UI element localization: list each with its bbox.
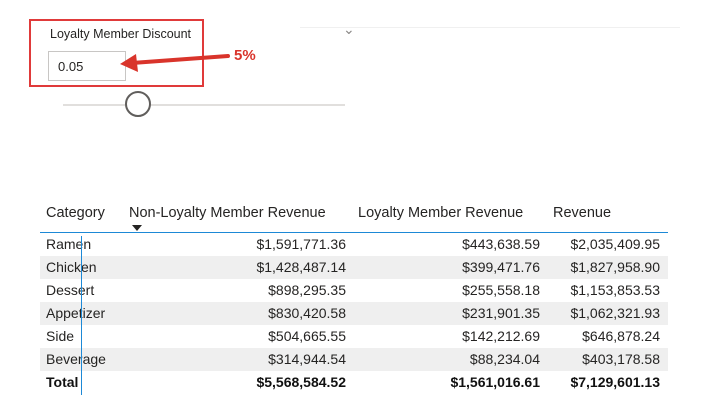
- cell-category: Beverage: [46, 351, 106, 367]
- cell-category: Side: [46, 328, 75, 344]
- cell-non-loyalty-revenue: $830,420.58: [268, 305, 346, 321]
- cell-non-loyalty-revenue: $314,944.54: [268, 351, 346, 367]
- cell-loyalty-revenue: $88,234.04: [469, 351, 540, 367]
- table-row[interactable]: Chicken $1,428,487.14 $399,471.76 $1,827…: [40, 256, 668, 279]
- revenue-table: Category Non-Loyalty Member Revenue Loya…: [40, 199, 668, 394]
- header-category[interactable]: Category: [46, 205, 105, 221]
- annotation-label: 5%: [234, 47, 256, 64]
- cell-loyalty-revenue: $443,638.59: [462, 236, 540, 252]
- cell-non-loyalty-revenue: $1,591,771.36: [256, 236, 346, 252]
- table-row[interactable]: Appetizer $830,420.58 $231,901.35 $1,062…: [40, 302, 668, 325]
- table-row[interactable]: Dessert $898,295.35 $255,558.18 $1,153,8…: [40, 279, 668, 302]
- column-divider: [81, 236, 82, 395]
- cell-non-loyalty-revenue: $898,295.35: [268, 282, 346, 298]
- header-revenue[interactable]: Revenue: [553, 205, 611, 221]
- cell-revenue: $1,827,958.90: [570, 259, 660, 275]
- slider-handle[interactable]: [125, 91, 151, 117]
- cell-non-loyalty-revenue: $1,428,487.14: [256, 259, 346, 275]
- total-loyalty-revenue: $1,561,016.61: [450, 374, 540, 390]
- cell-non-loyalty-revenue: $504,665.55: [268, 328, 346, 344]
- cell-revenue: $1,153,853.53: [570, 282, 660, 298]
- slider-track[interactable]: [63, 104, 345, 106]
- table-row[interactable]: Beverage $314,944.54 $88,234.04 $403,178…: [40, 348, 668, 371]
- table-header: Category Non-Loyalty Member Revenue Loya…: [40, 199, 668, 233]
- header-loyalty-revenue[interactable]: Loyalty Member Revenue: [358, 205, 523, 221]
- header-non-loyalty-revenue[interactable]: Non-Loyalty Member Revenue: [129, 205, 326, 221]
- total-revenue: $7,129,601.13: [570, 374, 660, 390]
- table-row[interactable]: Side $504,665.55 $142,212.69 $646,878.24: [40, 325, 668, 348]
- total-non-loyalty-revenue: $5,568,584.52: [256, 374, 346, 390]
- cell-loyalty-revenue: $255,558.18: [462, 282, 540, 298]
- sort-descending-icon[interactable]: [132, 225, 142, 231]
- total-label: Total: [46, 374, 79, 390]
- table-row[interactable]: Ramen $1,591,771.36 $443,638.59 $2,035,4…: [40, 233, 668, 256]
- cell-loyalty-revenue: $142,212.69: [462, 328, 540, 344]
- annotation-arrow: [120, 54, 230, 72]
- cell-revenue: $2,035,409.95: [570, 236, 660, 252]
- table-total-row: Total $5,568,584.52 $1,561,016.61 $7,129…: [40, 371, 668, 394]
- cell-category: Ramen: [46, 236, 92, 252]
- cell-category: Dessert: [46, 282, 95, 298]
- cell-revenue: $403,178.58: [582, 351, 660, 367]
- cell-revenue: $1,062,321.93: [570, 305, 660, 321]
- cell-category: Appetizer: [46, 305, 106, 321]
- cell-revenue: $646,878.24: [582, 328, 660, 344]
- cell-loyalty-revenue: $231,901.35: [462, 305, 540, 321]
- cell-category: Chicken: [46, 259, 97, 275]
- cell-loyalty-revenue: $399,471.76: [462, 259, 540, 275]
